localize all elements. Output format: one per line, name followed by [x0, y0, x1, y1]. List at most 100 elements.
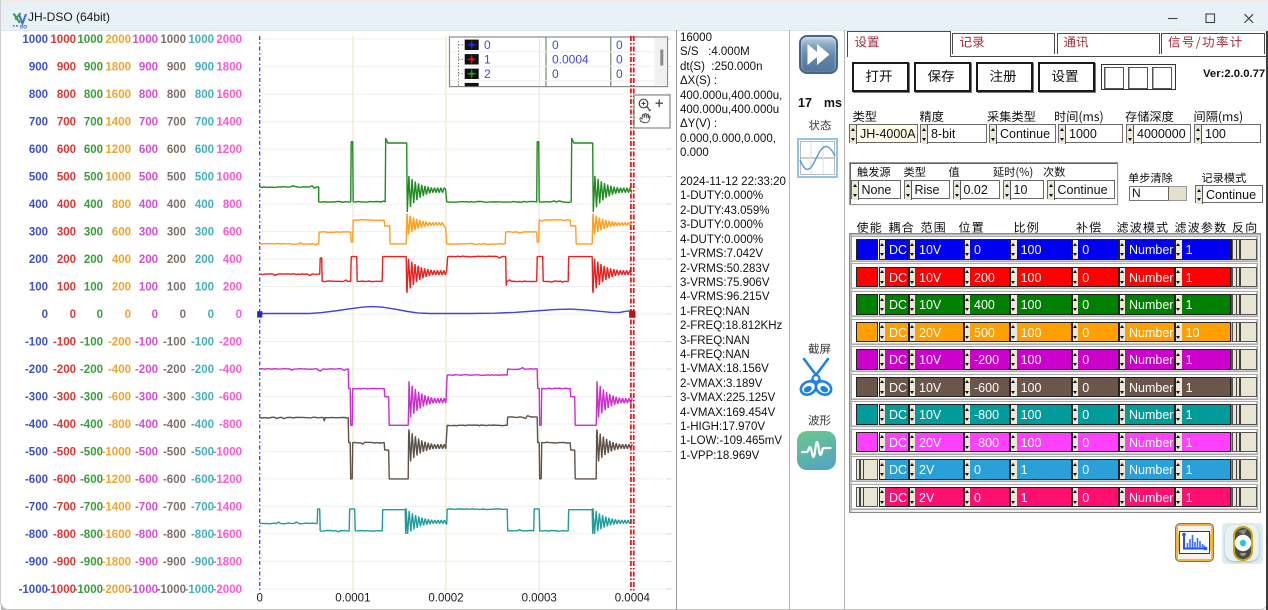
svg-text:900: 900 — [29, 62, 48, 74]
svg-text:1600: 1600 — [216, 89, 242, 101]
svg-text:900: 900 — [84, 62, 103, 74]
svg-text:-400: -400 — [53, 419, 76, 431]
svg-text:500: 500 — [139, 172, 158, 184]
svg-text:-400: -400 — [25, 419, 48, 431]
svg-text:-400: -400 — [108, 364, 131, 376]
svg-text:0: 0 — [552, 38, 559, 52]
svg-text:-1600: -1600 — [102, 529, 131, 541]
svg-text:-100: -100 — [191, 337, 214, 349]
svg-text:500: 500 — [29, 172, 48, 184]
svg-text:-600: -600 — [135, 474, 158, 486]
svg-text:-900: -900 — [191, 556, 214, 568]
svg-text:1000: 1000 — [160, 34, 186, 46]
svg-text:-2000: -2000 — [102, 584, 131, 596]
svg-text:800: 800 — [112, 199, 131, 211]
svg-text:-200: -200 — [53, 364, 76, 376]
svg-text:100: 100 — [167, 282, 186, 294]
svg-text:0: 0 — [180, 309, 186, 321]
svg-text:1800: 1800 — [216, 62, 242, 74]
svg-text:1000: 1000 — [77, 34, 103, 46]
svg-text:-500: -500 — [135, 446, 158, 458]
svg-text:-1000: -1000 — [157, 584, 186, 596]
svg-text:-800: -800 — [80, 529, 103, 541]
svg-text:0: 0 — [552, 67, 559, 81]
svg-text:-600: -600 — [25, 474, 48, 486]
svg-text:100: 100 — [139, 282, 158, 294]
svg-text:1200: 1200 — [105, 144, 131, 156]
svg-text:300: 300 — [57, 227, 76, 239]
svg-text:-200: -200 — [108, 337, 131, 349]
svg-text:2000: 2000 — [216, 34, 242, 46]
svg-text:-300: -300 — [80, 392, 103, 404]
svg-text:-800: -800 — [53, 529, 76, 541]
svg-text:-500: -500 — [80, 446, 103, 458]
svg-text:300: 300 — [167, 227, 186, 239]
svg-text:200: 200 — [223, 282, 242, 294]
svg-text:1: 1 — [484, 53, 491, 67]
svg-text:-500: -500 — [25, 446, 48, 458]
svg-text:200: 200 — [84, 254, 103, 266]
svg-text:700: 700 — [57, 117, 76, 129]
svg-text:1800: 1800 — [105, 62, 131, 74]
svg-text:0.0003: 0.0003 — [522, 593, 557, 605]
svg-text:0: 0 — [70, 309, 76, 321]
svg-text:-100: -100 — [135, 337, 158, 349]
svg-text:500: 500 — [195, 172, 214, 184]
svg-text:-700: -700 — [191, 501, 214, 513]
svg-text:0: 0 — [42, 309, 48, 321]
svg-text:0.0004: 0.0004 — [615, 593, 651, 605]
svg-text:300: 300 — [139, 227, 158, 239]
svg-text:-700: -700 — [163, 501, 186, 513]
svg-text:-200: -200 — [163, 364, 186, 376]
svg-text:-300: -300 — [53, 392, 76, 404]
svg-text:700: 700 — [139, 117, 158, 129]
svg-text:400: 400 — [112, 254, 131, 266]
svg-text:-700: -700 — [80, 501, 103, 513]
svg-text:0.0002: 0.0002 — [428, 593, 463, 605]
svg-text:-500: -500 — [53, 446, 76, 458]
svg-text:700: 700 — [29, 117, 48, 129]
svg-text:0: 0 — [256, 593, 262, 605]
svg-text:600: 600 — [167, 144, 186, 156]
svg-text:-1400: -1400 — [213, 501, 242, 513]
svg-text:500: 500 — [84, 172, 103, 184]
svg-text:-300: -300 — [191, 392, 214, 404]
svg-text:-800: -800 — [219, 419, 242, 431]
svg-text:400: 400 — [223, 254, 242, 266]
svg-text:-900: -900 — [80, 556, 103, 568]
svg-text:200: 200 — [139, 254, 158, 266]
svg-text:-400: -400 — [191, 419, 214, 431]
svg-text:900: 900 — [195, 62, 214, 74]
svg-text:200: 200 — [29, 254, 48, 266]
svg-text:-400: -400 — [163, 419, 186, 431]
svg-text:200: 200 — [112, 282, 131, 294]
svg-text:-100: -100 — [53, 337, 76, 349]
svg-text:2000: 2000 — [105, 34, 131, 46]
svg-text:-600: -600 — [219, 392, 242, 404]
svg-text:1000: 1000 — [50, 34, 76, 46]
svg-text:-300: -300 — [163, 392, 186, 404]
svg-text:1000: 1000 — [105, 172, 131, 184]
svg-text:800: 800 — [84, 89, 103, 101]
svg-text:900: 900 — [139, 62, 158, 74]
svg-text:-1000: -1000 — [102, 446, 131, 458]
svg-text:300: 300 — [84, 227, 103, 239]
svg-text:-200: -200 — [25, 364, 48, 376]
svg-text:-2000: -2000 — [213, 584, 242, 596]
svg-text:800: 800 — [29, 89, 48, 101]
svg-text:1000: 1000 — [132, 34, 158, 46]
svg-text:-800: -800 — [108, 419, 131, 431]
svg-text:900: 900 — [57, 62, 76, 74]
svg-text:100: 100 — [195, 282, 214, 294]
svg-text:-1400: -1400 — [102, 501, 131, 513]
svg-text:100: 100 — [84, 282, 103, 294]
svg-text:-300: -300 — [25, 392, 48, 404]
svg-text:400: 400 — [57, 199, 76, 211]
svg-text:-1800: -1800 — [102, 556, 131, 568]
svg-text:400: 400 — [195, 199, 214, 211]
svg-text:0: 0 — [125, 309, 131, 321]
svg-text:1200: 1200 — [216, 144, 242, 156]
svg-text:-100: -100 — [25, 337, 48, 349]
svg-text:-500: -500 — [163, 446, 186, 458]
svg-text:-1000: -1000 — [19, 584, 48, 596]
